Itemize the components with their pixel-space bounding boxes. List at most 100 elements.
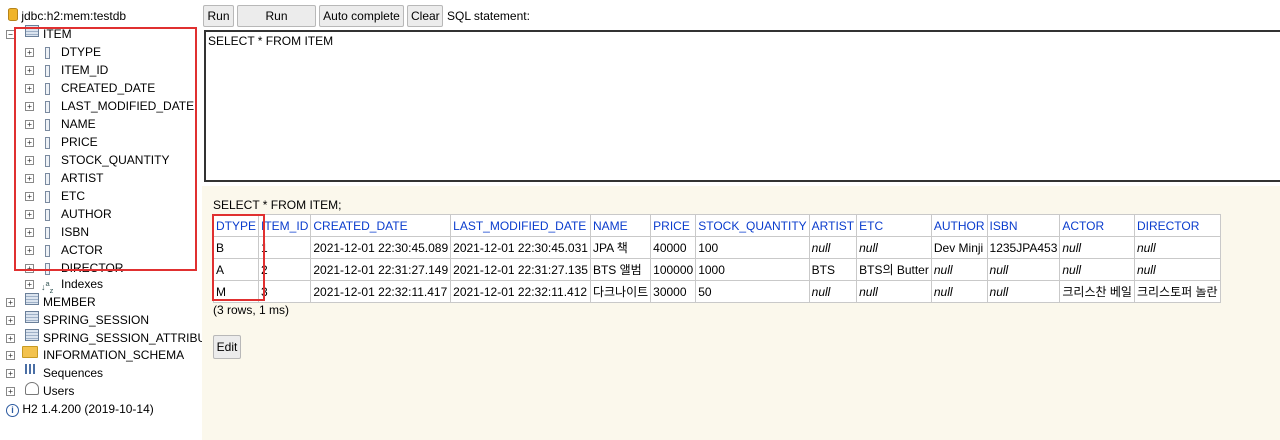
table-icon [25, 311, 39, 323]
table-cell: null [986, 258, 1061, 281]
table-cell: null [986, 280, 1061, 303]
tree-table-member[interactable]: + MEMBER [6, 293, 202, 311]
tree-users[interactable]: + Users [6, 382, 202, 400]
column-icon [45, 83, 50, 95]
table-cell: null [1133, 236, 1221, 259]
column-label: NAME [61, 117, 96, 131]
table-cell: B [212, 236, 260, 259]
column-icon [45, 263, 50, 275]
info-icon: i [6, 404, 19, 417]
expand-icon[interactable]: + [6, 316, 15, 325]
version-info: i H2 1.4.200 (2019-10-14) [6, 400, 202, 418]
column-header[interactable]: STOCK_QUANTITY [695, 214, 810, 237]
column-label: LAST_MODIFIED_DATE [61, 99, 195, 113]
tree-information-schema[interactable]: + INFORMATION_SCHEMA [6, 346, 202, 364]
column-header[interactable]: ACTOR [1059, 214, 1135, 237]
table-icon [25, 25, 39, 37]
expand-icon[interactable]: + [25, 210, 34, 219]
edit-button[interactable]: Edit [213, 335, 241, 359]
table-row: B 1 2021-12-01 22:30:45.089 2021-12-01 22:3… [212, 236, 1221, 259]
expand-icon[interactable]: + [6, 334, 15, 343]
column-header[interactable]: NAME [589, 214, 652, 237]
column-header[interactable]: DIRECTOR [1133, 214, 1221, 237]
table-row: M 3 2021-12-01 22:32:11.417 2021-12-01 22:3… [212, 280, 1221, 303]
column-label: PRICE [61, 135, 98, 149]
column-header[interactable]: ARTIST [808, 214, 858, 237]
sql-editor[interactable]: SELECT * FROM ITEM [204, 30, 1280, 182]
header-row: DTYPE ITEM_ID CREATED_DATE LAST_MODIFIED_DA… [212, 214, 1221, 237]
table-cell: 100000 [650, 258, 697, 281]
expand-icon[interactable]: + [6, 387, 15, 396]
column-header[interactable]: ITEM_ID [258, 214, 312, 237]
expand-icon[interactable]: + [25, 192, 34, 201]
tree-table-spring-session[interactable]: + SPRING_SESSION [6, 311, 202, 329]
column-label: ITEM_ID [61, 63, 109, 77]
table-cell: 2021-12-01 22:30:45.089 [310, 236, 452, 259]
table-cell: M [212, 280, 260, 303]
expand-icon[interactable]: + [25, 156, 34, 165]
table-cell: 3 [258, 280, 312, 303]
schema-tree-panel: jdbc:h2:mem:testdb − ITEM + DTYPE + ITEM_ID… [0, 0, 202, 440]
expand-icon[interactable]: + [25, 138, 34, 147]
tree-indexes[interactable]: + ↓az Indexes [25, 275, 195, 295]
table-cell: 50 [695, 280, 810, 303]
table-cell: null [856, 280, 932, 303]
table-cell: 2021-12-01 22:30:45.031 [450, 236, 591, 259]
run-button[interactable]: Run [203, 5, 234, 27]
expand-icon[interactable]: + [25, 246, 34, 255]
column-header[interactable]: ISBN [986, 214, 1061, 237]
clear-button[interactable]: Clear [407, 5, 443, 27]
expand-icon[interactable]: + [25, 48, 34, 57]
collapse-icon[interactable]: − [6, 30, 15, 39]
column-header[interactable]: PRICE [650, 214, 697, 237]
column-header[interactable]: DTYPE [212, 214, 260, 237]
expand-icon[interactable]: + [25, 84, 34, 93]
expand-icon[interactable]: + [6, 351, 15, 360]
table-cell: 다크나이트 [589, 280, 652, 303]
table-cell: 2021-12-01 22:32:11.417 [310, 280, 452, 303]
expand-icon[interactable]: + [25, 66, 34, 75]
column-header[interactable]: LAST_MODIFIED_DATE [450, 214, 591, 237]
run-selected-button[interactable]: Run Selected [237, 5, 316, 43]
table-cell: BTS [808, 258, 858, 281]
column-icon [45, 227, 50, 239]
table-cell: JPA 책 [589, 236, 652, 259]
expand-icon[interactable]: + [6, 369, 15, 378]
expand-icon[interactable]: + [25, 120, 34, 129]
tree-table-spring-session-attributes[interactable]: + SPRING_SESSION_ATTRIBUTES [6, 329, 202, 347]
tree-sequences[interactable]: + Sequences [6, 364, 202, 382]
column-label: ACTOR [61, 243, 103, 257]
table-cell: 2021-12-01 22:31:27.149 [310, 258, 452, 281]
column-label: CREATED_DATE [61, 81, 156, 95]
table-cell: 크리스토퍼 놀란 [1133, 280, 1221, 303]
table-cell: 100 [695, 236, 810, 259]
column-header[interactable]: ETC [856, 214, 932, 237]
expand-icon[interactable]: + [25, 264, 34, 273]
table-label: SPRING_SESSION_ATTRIBUTES [43, 331, 202, 345]
schema-label: INFORMATION_SCHEMA [43, 348, 185, 362]
table-cell: BTS 앨범 [589, 258, 652, 281]
table-cell: 40000 [650, 236, 697, 259]
expand-icon[interactable]: + [25, 102, 34, 111]
table-cell: 크리스찬 베일 [1059, 280, 1135, 303]
database-icon [8, 8, 18, 21]
table-cell: BTS의 Butter [856, 258, 932, 281]
connection-node[interactable]: jdbc:h2:mem:testdb [8, 7, 126, 25]
column-header[interactable]: AUTHOR [930, 214, 988, 237]
expand-icon[interactable]: + [25, 280, 34, 289]
result-panel: SELECT * FROM ITEM; DTYPE ITEM_ID CREATED_… [202, 186, 1280, 440]
column-header[interactable]: CREATED_DATE [310, 214, 452, 237]
table-cell: null [930, 258, 988, 281]
sql-statement-label: SQL statement: [447, 9, 530, 23]
executed-statement: SELECT * FROM ITEM; [213, 198, 342, 212]
column-icon [45, 191, 50, 203]
expand-icon[interactable]: + [25, 174, 34, 183]
version-label: H2 1.4.200 (2019-10-14) [22, 402, 154, 416]
expand-icon[interactable]: + [25, 228, 34, 237]
table-cell: null [930, 280, 988, 303]
expand-icon[interactable]: + [6, 298, 15, 307]
table-cell: null [808, 236, 858, 259]
auto-complete-button[interactable]: Auto complete [319, 5, 404, 27]
column-icon [45, 101, 50, 113]
table-cell: 1 [258, 236, 312, 259]
